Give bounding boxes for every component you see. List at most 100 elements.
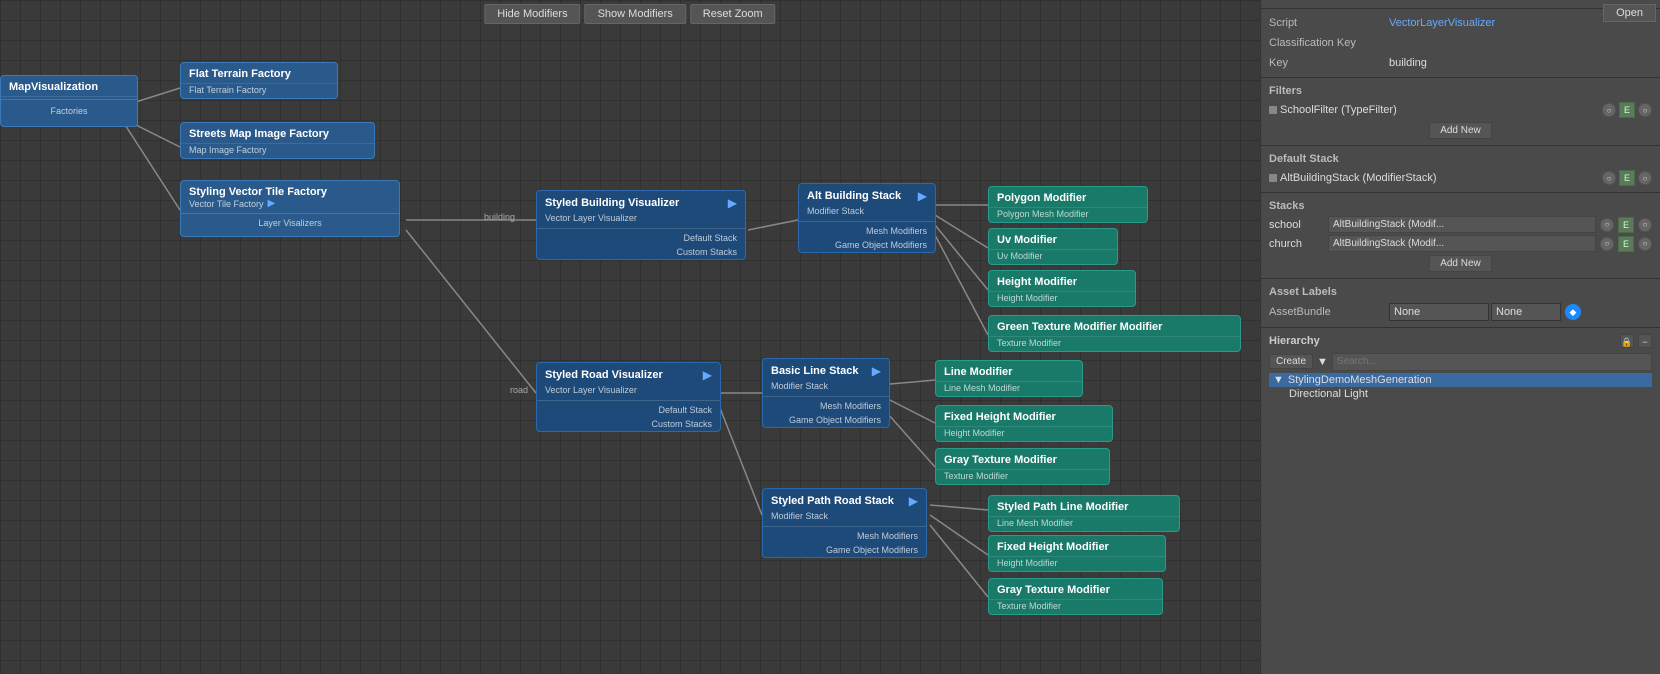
asset-labels-icon[interactable]: ◆ xyxy=(1565,304,1581,320)
default-stack-circle-1[interactable]: ○ xyxy=(1602,171,1616,185)
styled-building-visualizer-subtitle: Vector Layer Visualizer xyxy=(537,212,745,226)
alt-building-stack-subtitle: Modifier Stack xyxy=(799,205,935,219)
hierarchy-search-input[interactable] xyxy=(1332,353,1652,371)
fixed-height-modifier-road-node[interactable]: Fixed Height Modifier Height Modifier xyxy=(935,405,1113,442)
map-visualization-node[interactable]: MapVisualization Factories xyxy=(0,75,138,127)
uv-modifier-title: Uv Modifier xyxy=(989,229,1117,250)
filters-add-new-button[interactable]: Add New xyxy=(1429,122,1492,139)
reset-zoom-button[interactable]: Reset Zoom xyxy=(690,4,776,24)
asset-bundle-input-2[interactable] xyxy=(1491,303,1561,321)
classification-key-label: Classification Key xyxy=(1269,37,1389,49)
right-panel: Open Script VectorLayerVisualizer Classi… xyxy=(1260,0,1660,674)
gray-texture-modifier-road-subtitle: Texture Modifier xyxy=(936,470,1109,484)
styled-path-road-stack-row1: Mesh Modifiers xyxy=(763,529,926,543)
styled-building-visualizer-row2: Custom Stacks xyxy=(537,245,745,259)
stack-circle-1-1[interactable]: ○ xyxy=(1600,237,1614,251)
styled-path-road-stack-row2: Game Object Modifiers xyxy=(763,543,926,557)
polygon-modifier-subtitle: Polygon Mesh Modifier xyxy=(989,208,1147,222)
hierarchy-create-button[interactable]: Create xyxy=(1269,354,1313,369)
stack-circle-0-2[interactable]: ○ xyxy=(1638,218,1652,232)
green-texture-modifier-title: Green Texture Modifier Modifier xyxy=(989,316,1240,337)
fixed-height-modifier-path-subtitle: Height Modifier xyxy=(989,557,1165,571)
gray-texture-modifier-path-subtitle: Texture Modifier xyxy=(989,600,1162,614)
gray-texture-modifier-path-node[interactable]: Gray Texture Modifier Texture Modifier xyxy=(988,578,1163,615)
asset-labels-title: Asset Labels xyxy=(1269,283,1652,301)
key-value: building xyxy=(1389,57,1652,69)
default-stack-e-btn[interactable]: E xyxy=(1619,170,1635,186)
basic-line-stack-row2: Game Object Modifiers xyxy=(763,413,889,427)
styling-vector-tile-factory-subtitle: Vector Tile Factory xyxy=(189,199,264,209)
stack-e-btn-0[interactable]: E xyxy=(1618,217,1634,233)
hide-modifiers-button[interactable]: Hide Modifiers xyxy=(484,4,580,24)
default-stack-value: AltBuildingStack (ModifierStack) xyxy=(1280,172,1599,184)
hierarchy-label: Hierarchy xyxy=(1269,335,1320,347)
stack-value-0: AltBuildingStack (Modif... xyxy=(1328,216,1596,233)
uv-modifier-node[interactable]: Uv Modifier Uv Modifier xyxy=(988,228,1118,265)
hierarchy-minus-icon[interactable]: − xyxy=(1638,334,1652,348)
filter-item-label: SchoolFilter (TypeFilter) xyxy=(1280,104,1599,116)
node-canvas[interactable]: Hide Modifiers Show Modifiers Reset Zoom xyxy=(0,0,1260,674)
gray-texture-modifier-path-title: Gray Texture Modifier xyxy=(989,579,1162,600)
streets-map-image-factory-node[interactable]: Streets Map Image Factory Map Image Fact… xyxy=(180,122,375,159)
script-label: Script xyxy=(1269,17,1389,29)
default-stack-title: Default Stack xyxy=(1269,150,1652,168)
styled-path-line-modifier-title: Styled Path Line Modifier xyxy=(989,496,1179,517)
filter-circle-btn-2[interactable]: ○ xyxy=(1638,103,1652,117)
gray-texture-modifier-road-node[interactable]: Gray Texture Modifier Texture Modifier xyxy=(935,448,1110,485)
stacks-title: Stacks xyxy=(1269,197,1652,215)
filter-e-btn-1[interactable]: E xyxy=(1619,102,1635,118)
filter-circle-btn-1[interactable]: ○ xyxy=(1602,103,1616,117)
hierarchy-item-root[interactable]: ▼ StylingDemoMeshGeneration xyxy=(1269,373,1652,387)
basic-line-stack-node[interactable]: Basic Line Stack ▶ Modifier Stack Mesh M… xyxy=(762,358,890,428)
styled-path-line-modifier-node[interactable]: Styled Path Line Modifier Line Mesh Modi… xyxy=(988,495,1180,532)
flat-terrain-factory-subtitle: Flat Terrain Factory xyxy=(181,84,337,98)
stack-circle-0-1[interactable]: ○ xyxy=(1600,218,1614,232)
alt-building-stack-row2: Game Object Modifiers xyxy=(799,238,935,252)
basic-line-stack-subtitle: Modifier Stack xyxy=(763,380,889,394)
hierarchy-lock-icon[interactable]: 🔒 xyxy=(1620,334,1634,348)
styled-building-visualizer-title: Styled Building Visualizer xyxy=(545,197,679,209)
height-modifier-node[interactable]: Height Modifier Height Modifier xyxy=(988,270,1136,307)
filters-title: Filters xyxy=(1269,82,1652,100)
stacks-add-new-button[interactable]: Add New xyxy=(1429,255,1492,272)
gray-texture-modifier-road-title: Gray Texture Modifier xyxy=(936,449,1109,470)
line-modifier-node[interactable]: Line Modifier Line Mesh Modifier xyxy=(935,360,1083,397)
open-button[interactable]: Open xyxy=(1603,4,1656,22)
styled-building-visualizer-row1: Default Stack xyxy=(537,231,745,245)
hierarchy-item-root-label: StylingDemoMeshGeneration xyxy=(1288,374,1432,386)
default-stack-dot xyxy=(1269,174,1277,182)
alt-building-stack-node[interactable]: Alt Building Stack ▶ Modifier Stack Mesh… xyxy=(798,183,936,253)
streets-map-image-factory-title: Streets Map Image Factory xyxy=(181,123,374,144)
hierarchy-toolbar: Hierarchy 🔒 − xyxy=(1269,332,1652,350)
basic-line-stack-row1: Mesh Modifiers xyxy=(763,399,889,413)
alt-building-stack-row1: Mesh Modifiers xyxy=(799,224,935,238)
fixed-height-modifier-path-node[interactable]: Fixed Height Modifier Height Modifier xyxy=(988,535,1166,572)
styling-vector-tile-factory-node[interactable]: Styling Vector Tile Factory Vector Tile … xyxy=(180,180,400,237)
styled-road-visualizer-row2: Custom Stacks xyxy=(537,417,720,431)
height-modifier-title: Height Modifier xyxy=(989,271,1135,292)
flat-terrain-factory-node[interactable]: Flat Terrain Factory Flat Terrain Factor… xyxy=(180,62,338,99)
stack-circle-1-2[interactable]: ○ xyxy=(1638,237,1652,251)
asset-bundle-input-1[interactable] xyxy=(1389,303,1489,321)
hierarchy-item-child[interactable]: Directional Light xyxy=(1269,387,1652,401)
uv-modifier-subtitle: Uv Modifier xyxy=(989,250,1117,264)
styled-building-visualizer-node[interactable]: Styled Building Visualizer ▶ Vector Laye… xyxy=(536,190,746,260)
fixed-height-modifier-road-subtitle: Height Modifier xyxy=(936,427,1112,441)
height-modifier-subtitle: Height Modifier xyxy=(989,292,1135,306)
building-port-label: building xyxy=(484,212,515,222)
polygon-modifier-title: Polygon Modifier xyxy=(989,187,1147,208)
styling-vector-tile-factory-label: Layer Visalizers xyxy=(181,216,399,230)
stack-key-0: school xyxy=(1269,219,1324,231)
stack-row-1: church AltBuildingStack (Modif... ○ E ○ xyxy=(1269,234,1652,253)
default-stack-circle-2[interactable]: ○ xyxy=(1638,171,1652,185)
stack-e-btn-1[interactable]: E xyxy=(1618,236,1634,252)
styled-path-road-stack-node[interactable]: Styled Path Road Stack ▶ Modifier Stack … xyxy=(762,488,927,558)
stack-value-1: AltBuildingStack (Modif... xyxy=(1328,235,1596,252)
styled-road-visualizer-subtitle: Vector Layer Visualizer xyxy=(537,384,720,398)
show-modifiers-button[interactable]: Show Modifiers xyxy=(585,4,686,24)
styled-road-visualizer-title: Styled Road Visualizer xyxy=(545,369,663,381)
styled-road-visualizer-node[interactable]: Styled Road Visualizer ▶ Vector Layer Vi… xyxy=(536,362,721,432)
green-texture-modifier-node[interactable]: Green Texture Modifier Modifier Texture … xyxy=(988,315,1241,352)
styled-path-road-stack-title: Styled Path Road Stack xyxy=(771,495,894,507)
polygon-modifier-node[interactable]: Polygon Modifier Polygon Mesh Modifier xyxy=(988,186,1148,223)
